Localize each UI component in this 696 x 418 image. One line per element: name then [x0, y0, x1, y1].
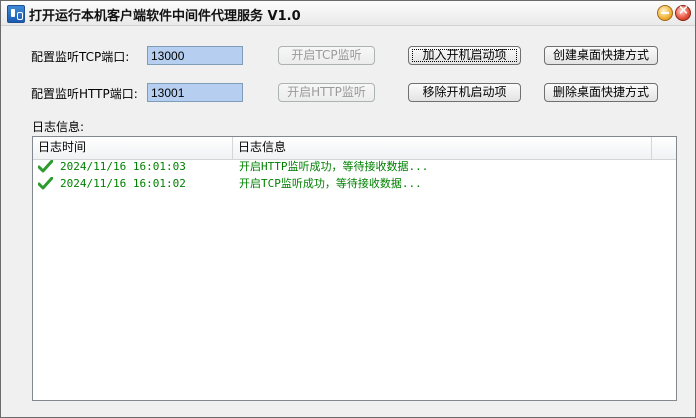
minimize-button[interactable] — [657, 5, 673, 21]
log-header: 日志时间 日志信息 — [33, 137, 676, 160]
window-title: 打开运行本机客户端软件中间件代理服务 V1.0 — [29, 9, 301, 24]
column-header-filler — [652, 137, 676, 159]
http-port-input[interactable] — [147, 83, 243, 102]
column-header-message[interactable]: 日志信息 — [233, 137, 652, 159]
log-section-label: 日志信息: — [32, 120, 85, 134]
log-message: 开启HTTP监听成功，等待接收数据... — [239, 160, 429, 173]
main-window: 打开运行本机客户端软件中间件代理服务 V1.0 配置监听TCP端口: 配置监听H… — [0, 0, 696, 418]
close-button[interactable] — [675, 3, 691, 21]
log-row[interactable]: 2024/11/16 16:01:03 开启HTTP监听成功，等待接收数据... — [33, 159, 676, 175]
log-message: 开启TCP监听成功，等待接收数据... — [239, 177, 422, 190]
delete-shortcut-button[interactable]: 删除桌面快捷方式 — [544, 83, 658, 102]
log-time: 2024/11/16 16:01:03 — [60, 160, 186, 173]
tcp-port-label: 配置监听TCP端口: — [31, 50, 130, 64]
log-list[interactable]: 日志时间 日志信息 2024/11/16 16:01:03 开启HTTP监听成功… — [32, 136, 677, 401]
remove-startup-button[interactable]: 移除开机启动项 — [408, 83, 521, 102]
log-row[interactable]: 2024/11/16 16:01:02 开启TCP监听成功，等待接收数据... — [33, 176, 676, 192]
app-icon — [7, 5, 25, 23]
create-shortcut-button[interactable]: 创建桌面快捷方式 — [544, 46, 658, 65]
start-tcp-listen-button[interactable]: 开启TCP监听 — [278, 46, 375, 65]
check-icon — [38, 177, 53, 190]
http-port-label: 配置监听HTTP端口: — [31, 87, 138, 101]
add-startup-button[interactable]: 加入开机启动项 — [408, 46, 521, 65]
check-icon — [38, 160, 53, 173]
start-http-listen-button[interactable]: 开启HTTP监听 — [278, 83, 375, 102]
column-header-time[interactable]: 日志时间 — [33, 137, 233, 159]
tcp-port-input[interactable] — [147, 46, 243, 65]
title-bar[interactable]: 打开运行本机客户端软件中间件代理服务 V1.0 — [1, 1, 695, 26]
log-time: 2024/11/16 16:01:02 — [60, 177, 186, 190]
